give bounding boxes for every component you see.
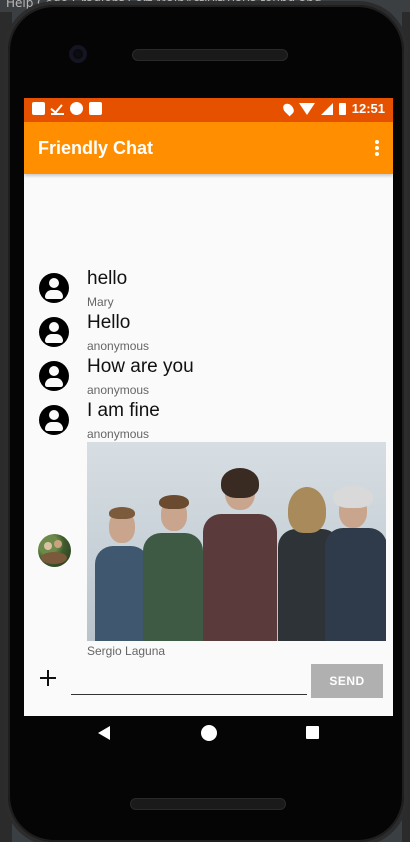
phone-frame: 12:51 Friendly Chat hello Mary Hello ano… [8,5,404,842]
send-button[interactable]: SEND [311,664,383,698]
sd-card-icon [89,102,102,115]
circle-icon [70,102,83,115]
bottom-speaker [130,798,286,810]
message-text: I am fine [87,400,160,421]
home-nav-icon[interactable] [201,725,217,741]
add-image-icon[interactable] [40,670,56,686]
overflow-menu-icon[interactable] [375,140,379,156]
status-bar: 12:51 [24,98,393,122]
recents-nav-icon[interactable] [306,726,319,739]
mail-icon [32,102,45,115]
status-time: 12:51 [351,101,385,116]
message-sender: anonymous [87,339,150,353]
message-sender: anonymous [87,427,150,441]
message-text: Hello [87,312,131,333]
person-avatar-icon [39,361,69,391]
back-nav-icon[interactable] [98,726,110,740]
user-photo-avatar [38,534,71,567]
message-sender: anonymous [87,383,150,397]
battery-icon [338,102,346,115]
person-avatar-icon [39,273,69,303]
check-icon [51,102,64,115]
person-avatar-icon [39,317,69,347]
app-screen: 12:51 Friendly Chat hello Mary Hello ano… [24,98,393,716]
message-composer: SEND [24,662,393,702]
person-avatar-icon [39,405,69,435]
message-text: hello [87,268,128,289]
message-input[interactable] [71,666,307,695]
message-text: How are you [87,356,194,377]
wifi-icon [298,102,315,115]
status-right-icons: 12:51 [280,101,385,116]
band-photo-image[interactable] [87,442,386,641]
earpiece-speaker [132,49,288,61]
app-title: Friendly Chat [38,138,154,158]
camera-icon [69,45,87,63]
location-icon [280,101,296,116]
status-left-icons [32,102,102,115]
signal-icon [320,102,333,115]
app-bar: Friendly Chat [24,122,393,174]
message-sender: Mary [87,295,114,309]
photo-sender: Sergio Laguna [87,644,166,658]
